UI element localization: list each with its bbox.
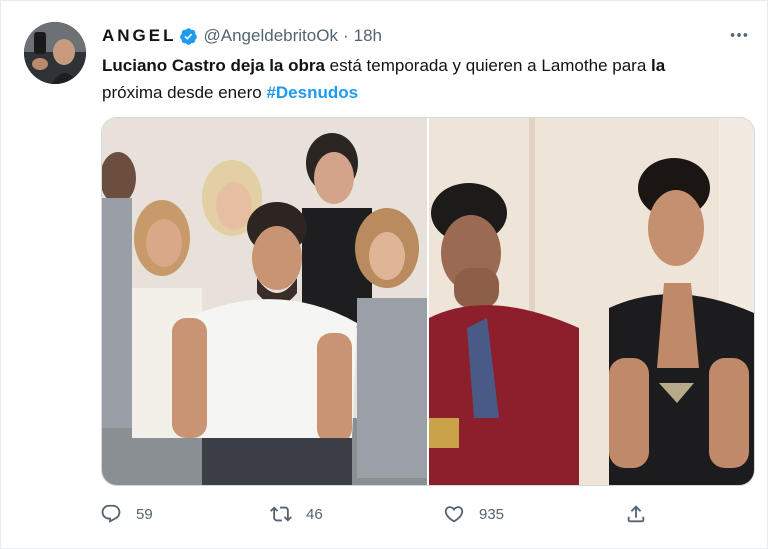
reply-icon	[101, 504, 121, 523]
photo-group-cast[interactable]	[102, 118, 427, 485]
tweet-text-part-4: próxima desde enero	[102, 83, 267, 102]
photo-group-cast-image	[102, 118, 427, 485]
retweet-button[interactable]: 46	[270, 503, 323, 525]
tweet-text-part-2: está temporada y quieren a Lamothe para	[324, 56, 651, 75]
tweet-text-bold-1: Luciano Castro deja la obra	[102, 56, 325, 75]
retweet-icon	[270, 506, 292, 522]
verified-badge-icon	[179, 27, 197, 45]
author-handle[interactable]: @AngeldebritoOk	[204, 26, 338, 46]
photo-two-men-image	[429, 118, 754, 485]
like-button[interactable]: 935	[443, 503, 504, 525]
photo-two-men[interactable]	[429, 118, 754, 485]
retweet-count: 46	[306, 505, 323, 523]
like-count: 935	[479, 505, 505, 523]
heart-icon	[444, 506, 464, 523]
separator-dot: ·	[342, 26, 349, 45]
tweet-header: ANGEL @AngeldebritoOk · 18h	[102, 24, 748, 48]
share-icon	[627, 505, 645, 523]
tweet-time[interactable]: 18h	[354, 26, 382, 46]
tweet-actions: 59 46 935	[100, 503, 660, 529]
tweet-text: Luciano Castro deja la obra está tempora…	[102, 52, 742, 106]
hashtag-link[interactable]: #Desnudos	[266, 83, 358, 102]
avatar-image	[24, 22, 86, 84]
tweet-text-bold-2: la	[651, 56, 666, 75]
more-icon[interactable]	[728, 24, 750, 49]
avatar[interactable]	[24, 22, 86, 84]
share-button[interactable]	[625, 503, 647, 525]
tweet-media[interactable]	[101, 117, 755, 486]
reply-count: 59	[136, 505, 153, 523]
more-icon-glyph	[730, 33, 748, 37]
reply-button[interactable]: 59	[100, 503, 153, 525]
author-name[interactable]: ANGEL	[102, 26, 177, 46]
